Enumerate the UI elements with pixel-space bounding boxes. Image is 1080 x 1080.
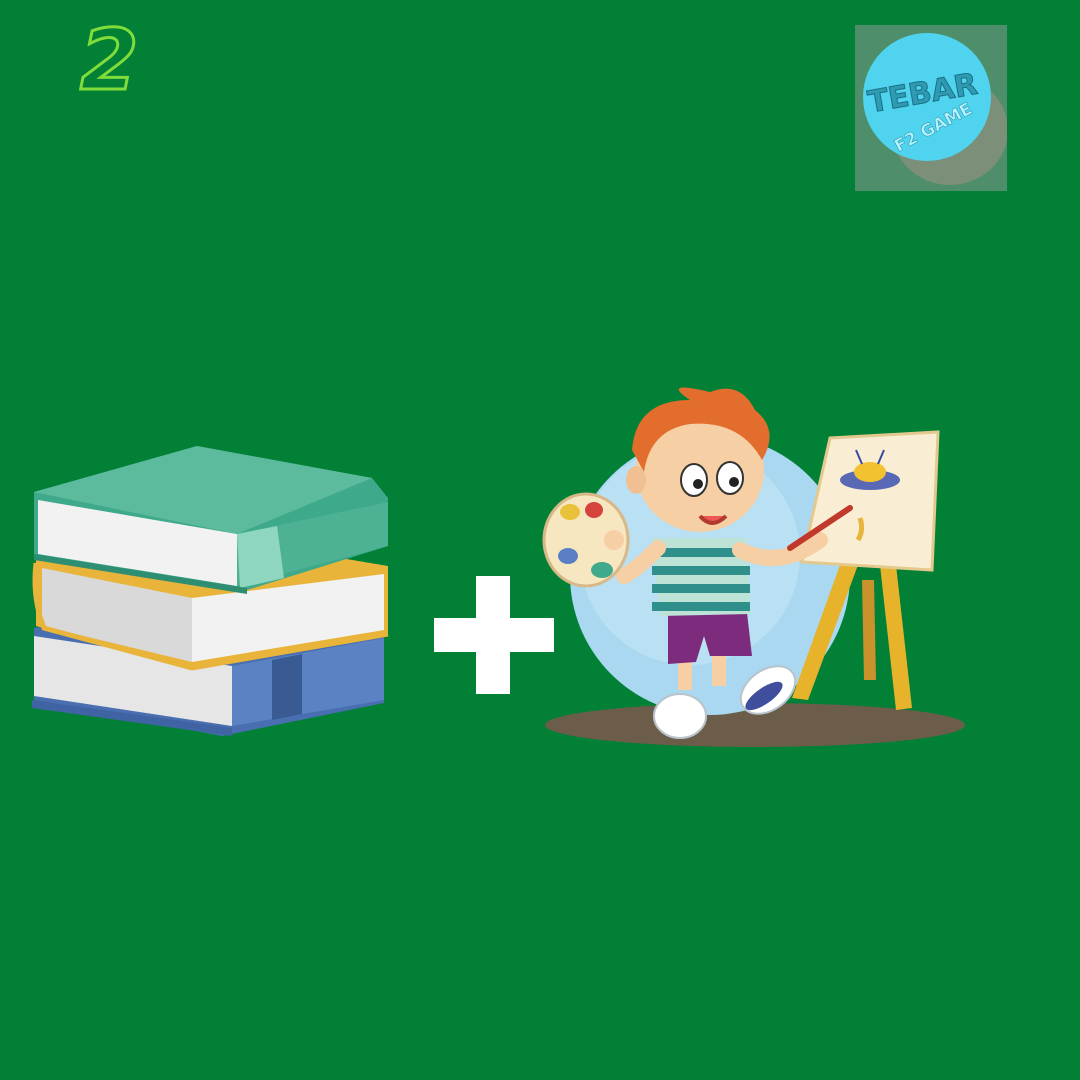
logo-badge: TEBAR F2 GAME	[855, 25, 1007, 191]
logo-graphic: TEBAR F2 GAME	[855, 25, 1007, 191]
painting-canvas	[800, 430, 940, 572]
plus-icon	[430, 572, 556, 702]
level-number: 2	[78, 11, 139, 109]
boy-painting-image	[540, 380, 970, 764]
paint-palette	[542, 492, 630, 588]
left-shoe	[653, 693, 707, 739]
stack-of-books-image	[22, 438, 392, 742]
